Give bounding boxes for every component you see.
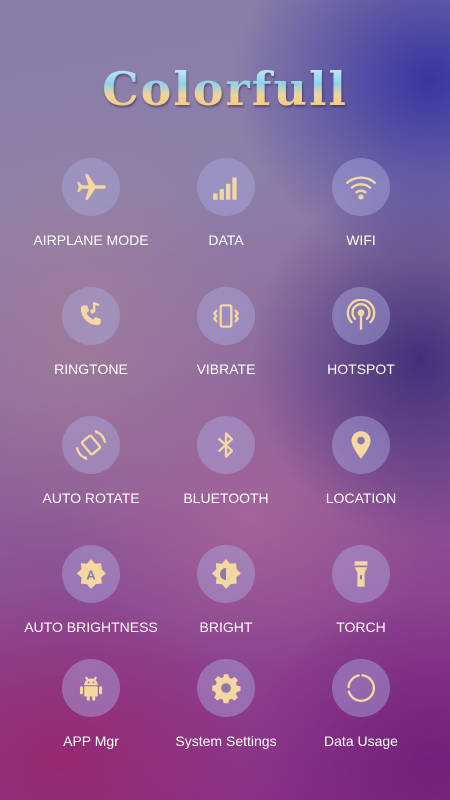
tile-label: RINGTONE — [54, 361, 128, 377]
tile-label: HOTSPOT — [327, 361, 395, 377]
location-pin-icon — [351, 431, 371, 459]
app-title: Colorfull — [0, 62, 450, 116]
signal-bars-icon — [213, 177, 237, 200]
auto-rotate-icon — [76, 429, 106, 461]
android-icon — [79, 676, 103, 701]
toggle-bluetooth[interactable]: BLUETOOTH — [151, 416, 301, 526]
data-usage-ring-icon — [347, 674, 375, 702]
auto-brightness-icon: A — [76, 559, 106, 589]
gear-icon — [212, 674, 241, 704]
toggle-hotspot[interactable]: HOTSPOT — [286, 287, 436, 397]
open-app-manager[interactable]: APP Mgr — [16, 659, 166, 769]
tile-label: VIBRATE — [196, 361, 256, 377]
vibrate-icon — [213, 304, 239, 328]
torch-icon — [354, 561, 368, 587]
toggle-data[interactable]: DATA — [151, 158, 301, 268]
open-system-settings[interactable]: System Settings — [151, 659, 301, 769]
toggle-vibrate[interactable]: VIBRATE — [151, 287, 301, 397]
tile-label: BLUETOOTH — [183, 490, 269, 506]
toggle-airplane-mode[interactable]: AIRPLANE MODE — [16, 158, 166, 268]
open-data-usage[interactable]: Data Usage — [286, 659, 436, 769]
ringtone-icon — [80, 302, 101, 326]
toggle-bright[interactable]: BRIGHT — [151, 545, 301, 655]
toggle-auto-rotate[interactable]: AUTO ROTATE — [16, 416, 166, 526]
toggle-torch[interactable]: TORCH — [286, 545, 436, 655]
svg-text:A: A — [86, 567, 95, 582]
wifi-icon — [346, 176, 376, 200]
toggle-wifi[interactable]: WIFI — [286, 158, 436, 268]
toggle-auto-brightness[interactable]: A AUTO BRIGHTNESS — [16, 545, 166, 655]
brightness-icon — [211, 559, 241, 589]
tile-label: DATA — [208, 232, 244, 248]
tile-label: LOCATION — [325, 490, 397, 506]
tile-label: System Settings — [175, 733, 277, 749]
toggle-ringtone[interactable]: RINGTONE — [16, 287, 166, 397]
bluetooth-icon — [218, 432, 234, 458]
tile-label: AUTO ROTATE — [42, 490, 140, 506]
airplane-icon — [77, 174, 106, 200]
tile-label: BRIGHT — [199, 619, 253, 635]
hotspot-icon — [346, 299, 376, 330]
tile-label: Data Usage — [324, 733, 398, 749]
tile-label: WIFI — [346, 232, 376, 248]
tile-label: TORCH — [336, 619, 386, 635]
tile-label: AIRPLANE MODE — [33, 232, 149, 248]
toggle-location[interactable]: LOCATION — [286, 416, 436, 526]
tile-label: APP Mgr — [63, 733, 119, 749]
tile-label: AUTO BRIGHTNESS — [24, 619, 158, 635]
